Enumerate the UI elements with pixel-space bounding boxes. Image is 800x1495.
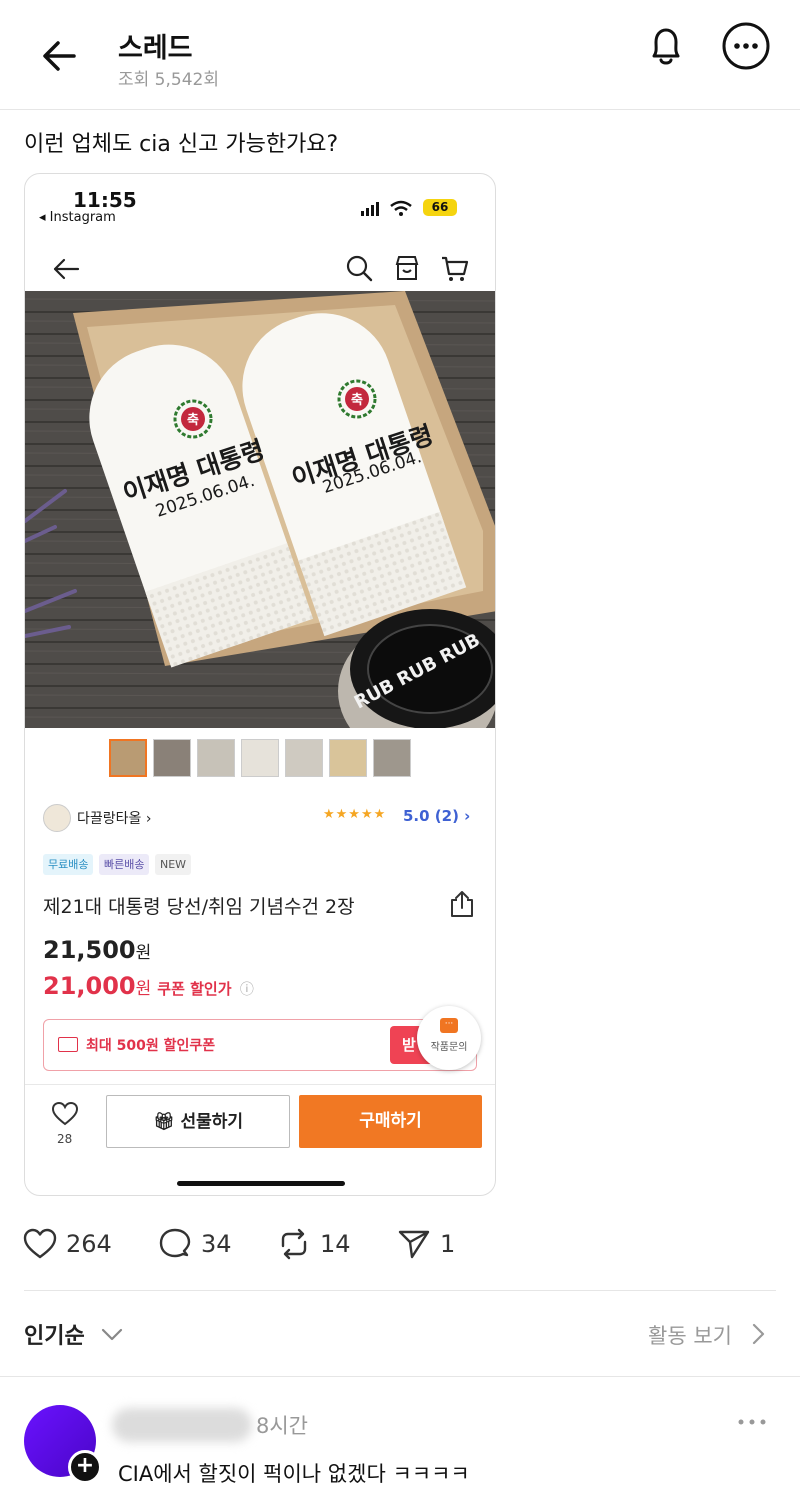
- comment-text: CIA에서 할짓이 퍽이나 없겠다 ㅋㅋㅋㅋ: [118, 1462, 470, 1486]
- status-back-app: ◂ Instagram: [39, 210, 116, 225]
- search-icon: [346, 255, 373, 282]
- view-count: 조회 5,542회: [118, 70, 219, 90]
- more-options-icon[interactable]: [736, 1412, 768, 1432]
- comment-icon: [159, 1228, 191, 1258]
- product-photo: 축 이재명 대통령 2025.06.04. 축 이재명 대통령 2025.06.…: [25, 291, 495, 728]
- app-header: 스레드 조회 5,542회: [0, 0, 800, 110]
- coupon-text: 최대 500원 할인쿠폰: [86, 1038, 216, 1054]
- like-count: 264: [66, 1230, 112, 1258]
- chevron-right-icon[interactable]: [749, 1322, 767, 1346]
- sort-label[interactable]: 인기순: [24, 1318, 85, 1350]
- info-icon[interactable]: ⓘ: [240, 982, 254, 998]
- share-count: 1: [440, 1230, 456, 1258]
- follow-plus-icon[interactable]: +: [68, 1450, 102, 1484]
- wishlist-count: 28: [57, 1132, 73, 1146]
- wishlist-heart-icon[interactable]: [51, 1101, 79, 1127]
- buy-button[interactable]: 구매하기: [299, 1095, 482, 1148]
- coupon-price-value: 21,000: [43, 972, 136, 1000]
- embroidery-mark-1: 축: [187, 412, 199, 428]
- post-text: 이런 업체도 cia 신고 가능한가요?: [24, 132, 339, 157]
- view-activity-link[interactable]: 활동 보기: [648, 1320, 732, 1350]
- thumbnail[interactable]: [329, 739, 367, 777]
- cart-icon: [442, 256, 469, 281]
- badge-free-shipping: 무료배송: [43, 854, 94, 875]
- rating-stars: ★★★★★: [323, 807, 387, 822]
- divider: [0, 1376, 800, 1377]
- coupon-banner[interactable]: 최대 500원 할인쿠폰 받: [43, 1019, 477, 1071]
- gift-icon: 🎁︎: [152, 1112, 181, 1132]
- share-icon[interactable]: [449, 890, 475, 918]
- thumbnail[interactable]: [109, 739, 147, 777]
- app-back-icon: [53, 258, 80, 280]
- image-thumbnails: [109, 739, 411, 777]
- comment-count: 34: [201, 1230, 232, 1258]
- embedded-screenshot[interactable]: 11:55 ◂ Instagram 66 축 이재명 대통령 2025.06.0…: [24, 173, 496, 1196]
- product-name: 제21대 대통령 당선/취임 기념수건 2장: [43, 896, 355, 918]
- seller-name-text: 다끌랑타올: [77, 811, 142, 827]
- chat-icon: ···: [440, 1018, 458, 1033]
- badge-new: NEW: [155, 854, 192, 875]
- share-action[interactable]: 1: [396, 1226, 455, 1262]
- coupon-price-label: 쿠폰 할인가: [157, 980, 232, 998]
- repost-count: 14: [320, 1230, 351, 1258]
- coupon-icon: [58, 1037, 78, 1052]
- send-icon: [398, 1230, 430, 1259]
- battery-indicator: 66: [423, 199, 457, 216]
- thumbnail[interactable]: [197, 739, 235, 777]
- thumbnail[interactable]: [153, 739, 191, 777]
- price-unit: 원: [135, 943, 152, 963]
- heart-icon: [23, 1228, 57, 1259]
- repost-icon: [281, 1228, 307, 1260]
- chevron-down-icon[interactable]: [100, 1322, 124, 1346]
- price-value: 21,500: [43, 936, 136, 964]
- product-price: 21,500원: [43, 936, 151, 964]
- purchase-bar: 28 🎁︎ 선물하기 구매하기: [25, 1084, 495, 1164]
- inquiry-button[interactable]: ··· 작품문의: [417, 1006, 481, 1070]
- repost-action[interactable]: 14: [276, 1226, 351, 1262]
- thumbnail[interactable]: [285, 739, 323, 777]
- rating-value[interactable]: 5.0 (2) ›: [403, 807, 470, 825]
- more-options-icon[interactable]: [720, 20, 772, 72]
- status-time: 11:55: [73, 188, 137, 212]
- gift-label: 선물하기: [180, 1112, 244, 1132]
- coupon-price: 21,000원 쿠폰 할인가 ⓘ: [43, 972, 254, 1000]
- seller-avatar[interactable]: [43, 804, 71, 832]
- seller-name[interactable]: 다끌랑타올 ›: [77, 808, 151, 828]
- comment-action[interactable]: 34: [157, 1226, 232, 1262]
- thumbnail[interactable]: [241, 739, 279, 777]
- embroidery-mark-2: 축: [351, 392, 363, 408]
- store-icon: [395, 256, 419, 280]
- badge-fast-shipping: 빠른배송: [99, 854, 150, 875]
- divider: [24, 1290, 776, 1291]
- like-action[interactable]: 264: [22, 1226, 112, 1262]
- comment-time: 8시간: [256, 1414, 309, 1438]
- inquiry-label: 작품문의: [430, 1042, 468, 1053]
- commenter-name-blurred[interactable]: [112, 1408, 252, 1442]
- thumbnail[interactable]: [373, 739, 411, 777]
- back-arrow-icon[interactable]: [36, 32, 84, 80]
- coupon-price-unit: 원: [135, 979, 152, 999]
- page-title: 스레드: [118, 33, 193, 64]
- bell-icon[interactable]: [640, 20, 692, 72]
- home-indicator: [177, 1181, 345, 1186]
- gift-button[interactable]: 🎁︎ 선물하기: [106, 1095, 290, 1148]
